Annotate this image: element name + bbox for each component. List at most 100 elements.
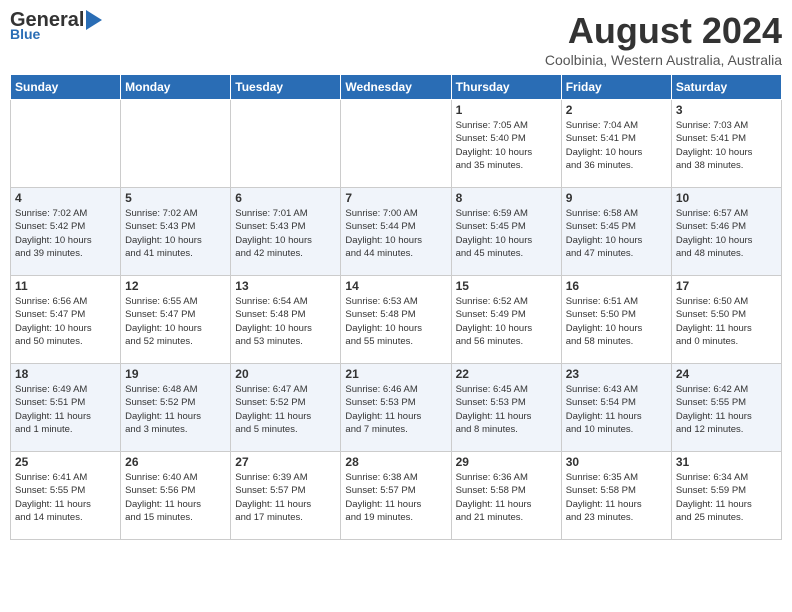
day-number: 28 (345, 455, 446, 469)
calendar-cell-3-7: 17 Sunrise: 6:50 AM Sunset: 5:50 PM Dayli… (671, 276, 781, 364)
calendar-cell-1-7: 3 Sunrise: 7:03 AM Sunset: 5:41 PM Daylig… (671, 100, 781, 188)
day-info: Sunrise: 7:03 AM Sunset: 5:41 PM Dayligh… (676, 119, 777, 172)
day-info: Sunrise: 6:45 AM Sunset: 5:53 PM Dayligh… (456, 383, 557, 436)
calendar-cell-2-4: 7 Sunrise: 7:00 AM Sunset: 5:44 PM Daylig… (341, 188, 451, 276)
header-wednesday: Wednesday (341, 75, 451, 100)
day-number: 4 (15, 191, 116, 205)
page-header: General Blue August 2024 Coolbinia, West… (10, 10, 782, 68)
calendar-cell-1-2 (121, 100, 231, 188)
header-saturday: Saturday (671, 75, 781, 100)
calendar-cell-3-4: 14 Sunrise: 6:53 AM Sunset: 5:48 PM Dayli… (341, 276, 451, 364)
day-info: Sunrise: 6:50 AM Sunset: 5:50 PM Dayligh… (676, 295, 777, 348)
calendar-cell-5-2: 26 Sunrise: 6:40 AM Sunset: 5:56 PM Dayli… (121, 452, 231, 540)
header-thursday: Thursday (451, 75, 561, 100)
logo: General Blue (10, 10, 102, 42)
day-number: 26 (125, 455, 226, 469)
day-number: 3 (676, 103, 777, 117)
calendar-cell-4-1: 18 Sunrise: 6:49 AM Sunset: 5:51 PM Dayli… (11, 364, 121, 452)
calendar-week-4: 18 Sunrise: 6:49 AM Sunset: 5:51 PM Dayli… (11, 364, 782, 452)
day-number: 31 (676, 455, 777, 469)
day-info: Sunrise: 6:42 AM Sunset: 5:55 PM Dayligh… (676, 383, 777, 436)
day-info: Sunrise: 6:52 AM Sunset: 5:49 PM Dayligh… (456, 295, 557, 348)
day-number: 29 (456, 455, 557, 469)
day-number: 2 (566, 103, 667, 117)
calendar-cell-1-3 (231, 100, 341, 188)
calendar-cell-5-6: 30 Sunrise: 6:35 AM Sunset: 5:58 PM Dayli… (561, 452, 671, 540)
day-number: 15 (456, 279, 557, 293)
calendar-cell-2-3: 6Sunrise: 7:01 AM Sunset: 5:43 PM Daylig… (231, 188, 341, 276)
day-number: 21 (345, 367, 446, 381)
day-info: Sunrise: 6:58 AM Sunset: 5:45 PM Dayligh… (566, 207, 667, 260)
calendar-cell-3-5: 15 Sunrise: 6:52 AM Sunset: 5:49 PM Dayli… (451, 276, 561, 364)
day-info: Sunrise: 6:46 AM Sunset: 5:53 PM Dayligh… (345, 383, 446, 436)
day-info: Sunrise: 7:04 AM Sunset: 5:41 PM Dayligh… (566, 119, 667, 172)
calendar-cell-2-7: 10Sunrise: 6:57 AM Sunset: 5:46 PM Dayli… (671, 188, 781, 276)
location: Coolbinia, Western Australia, Australia (545, 52, 782, 68)
day-info: Sunrise: 6:49 AM Sunset: 5:51 PM Dayligh… (15, 383, 116, 436)
day-number: 25 (15, 455, 116, 469)
day-number: 5 (125, 191, 226, 205)
calendar-cell-3-2: 12Sunrise: 6:55 AM Sunset: 5:47 PM Dayli… (121, 276, 231, 364)
day-info: Sunrise: 7:00 AM Sunset: 5:44 PM Dayligh… (345, 207, 446, 260)
day-number: 24 (676, 367, 777, 381)
day-number: 14 (345, 279, 446, 293)
calendar-cell-5-7: 31 Sunrise: 6:34 AM Sunset: 5:59 PM Dayli… (671, 452, 781, 540)
calendar-week-3: 11 Sunrise: 6:56 AM Sunset: 5:47 PM Dayli… (11, 276, 782, 364)
day-number: 17 (676, 279, 777, 293)
calendar-cell-4-7: 24 Sunrise: 6:42 AM Sunset: 5:55 PM Dayli… (671, 364, 781, 452)
day-info: Sunrise: 7:02 AM Sunset: 5:43 PM Dayligh… (125, 207, 226, 260)
calendar-cell-4-2: 19 Sunrise: 6:48 AM Sunset: 5:52 PM Dayli… (121, 364, 231, 452)
day-info: Sunrise: 6:59 AM Sunset: 5:45 PM Dayligh… (456, 207, 557, 260)
day-number: 11 (15, 279, 116, 293)
day-number: 18 (15, 367, 116, 381)
calendar-table: SundayMondayTuesdayWednesdayThursdayFrid… (10, 74, 782, 540)
day-number: 23 (566, 367, 667, 381)
day-number: 1 (456, 103, 557, 117)
calendar-cell-4-6: 23 Sunrise: 6:43 AM Sunset: 5:54 PM Dayli… (561, 364, 671, 452)
day-info: Sunrise: 6:41 AM Sunset: 5:55 PM Dayligh… (15, 471, 116, 524)
calendar-cell-5-4: 28Sunrise: 6:38 AM Sunset: 5:57 PM Dayli… (341, 452, 451, 540)
day-number: 27 (235, 455, 336, 469)
day-info: Sunrise: 6:35 AM Sunset: 5:58 PM Dayligh… (566, 471, 667, 524)
logo-blue: Blue (10, 26, 40, 42)
calendar-cell-5-5: 29Sunrise: 6:36 AM Sunset: 5:58 PM Dayli… (451, 452, 561, 540)
calendar-cell-2-5: 8 Sunrise: 6:59 AM Sunset: 5:45 PM Daylig… (451, 188, 561, 276)
calendar-cell-3-3: 13 Sunrise: 6:54 AM Sunset: 5:48 PM Dayli… (231, 276, 341, 364)
day-number: 8 (456, 191, 557, 205)
calendar-cell-5-1: 25 Sunrise: 6:41 AM Sunset: 5:55 PM Dayli… (11, 452, 121, 540)
day-number: 6 (235, 191, 336, 205)
day-info: Sunrise: 6:40 AM Sunset: 5:56 PM Dayligh… (125, 471, 226, 524)
logo-arrow-icon (86, 10, 102, 30)
day-info: Sunrise: 6:39 AM Sunset: 5:57 PM Dayligh… (235, 471, 336, 524)
calendar-cell-2-6: 9 Sunrise: 6:58 AM Sunset: 5:45 PM Daylig… (561, 188, 671, 276)
day-info: Sunrise: 6:34 AM Sunset: 5:59 PM Dayligh… (676, 471, 777, 524)
calendar-cell-1-5: 1 Sunrise: 7:05 AM Sunset: 5:40 PM Daylig… (451, 100, 561, 188)
day-number: 9 (566, 191, 667, 205)
day-info: Sunrise: 6:57 AM Sunset: 5:46 PM Dayligh… (676, 207, 777, 260)
day-info: Sunrise: 7:02 AM Sunset: 5:42 PM Dayligh… (15, 207, 116, 260)
header-monday: Monday (121, 75, 231, 100)
calendar-cell-4-5: 22Sunrise: 6:45 AM Sunset: 5:53 PM Dayli… (451, 364, 561, 452)
day-info: Sunrise: 6:54 AM Sunset: 5:48 PM Dayligh… (235, 295, 336, 348)
calendar-week-2: 4 Sunrise: 7:02 AM Sunset: 5:42 PM Daylig… (11, 188, 782, 276)
calendar-cell-2-2: 5 Sunrise: 7:02 AM Sunset: 5:43 PM Daylig… (121, 188, 231, 276)
calendar-cell-1-1 (11, 100, 121, 188)
calendar-cell-5-3: 27 Sunrise: 6:39 AM Sunset: 5:57 PM Dayli… (231, 452, 341, 540)
day-info: Sunrise: 6:56 AM Sunset: 5:47 PM Dayligh… (15, 295, 116, 348)
title-block: August 2024 Coolbinia, Western Australia… (545, 10, 782, 68)
day-info: Sunrise: 6:55 AM Sunset: 5:47 PM Dayligh… (125, 295, 226, 348)
calendar-cell-3-6: 16Sunrise: 6:51 AM Sunset: 5:50 PM Dayli… (561, 276, 671, 364)
calendar-week-1: 1 Sunrise: 7:05 AM Sunset: 5:40 PM Daylig… (11, 100, 782, 188)
day-number: 30 (566, 455, 667, 469)
day-number: 19 (125, 367, 226, 381)
calendar-cell-3-1: 11 Sunrise: 6:56 AM Sunset: 5:47 PM Dayli… (11, 276, 121, 364)
day-info: Sunrise: 6:51 AM Sunset: 5:50 PM Dayligh… (566, 295, 667, 348)
day-number: 7 (345, 191, 446, 205)
day-info: Sunrise: 7:05 AM Sunset: 5:40 PM Dayligh… (456, 119, 557, 172)
day-info: Sunrise: 6:53 AM Sunset: 5:48 PM Dayligh… (345, 295, 446, 348)
calendar-cell-1-4 (341, 100, 451, 188)
calendar-cell-2-1: 4 Sunrise: 7:02 AM Sunset: 5:42 PM Daylig… (11, 188, 121, 276)
day-number: 13 (235, 279, 336, 293)
day-info: Sunrise: 6:48 AM Sunset: 5:52 PM Dayligh… (125, 383, 226, 436)
day-info: Sunrise: 6:43 AM Sunset: 5:54 PM Dayligh… (566, 383, 667, 436)
